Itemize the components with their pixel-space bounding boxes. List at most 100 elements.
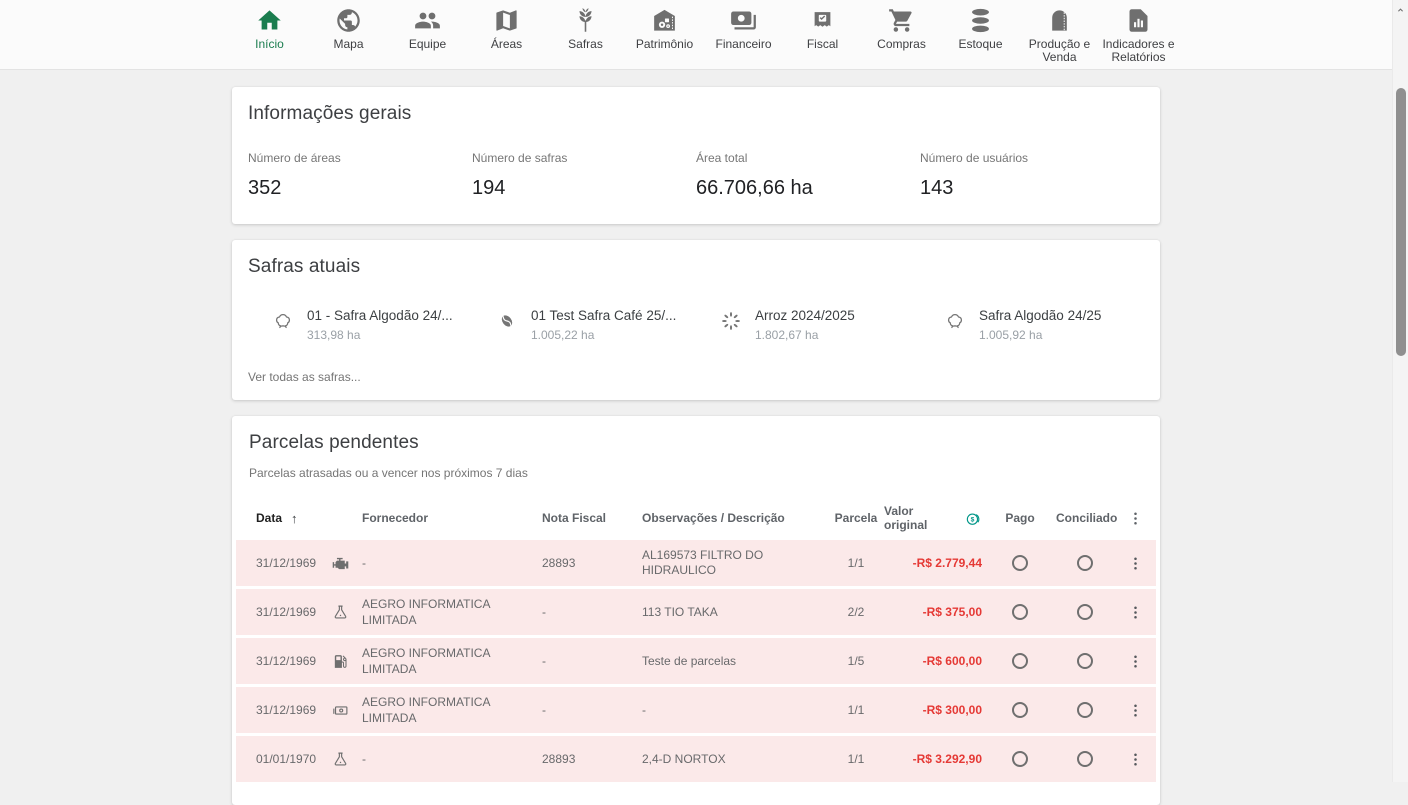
pending-installments-card: Parcelas pendentes Parcelas atrasadas ou… [232, 416, 1160, 805]
cell-value: -R$ 375,00 [884, 605, 984, 619]
conciliado-checkbox[interactable] [1077, 751, 1093, 767]
view-all-seasons-link[interactable]: Ver todas as safras... [248, 370, 361, 384]
money-icon [730, 7, 757, 34]
map-icon [493, 7, 520, 34]
pago-checkbox[interactable] [1012, 604, 1028, 620]
rice-icon [720, 310, 742, 332]
wheat-icon [572, 7, 599, 34]
stat-label: Área total [696, 151, 920, 165]
cell-description: AL169573 FILTRO DO HIDRAULICO [642, 548, 828, 578]
nav-item-indicadores-e-relatorios[interactable]: Indicadores e Relatórios [1100, 7, 1178, 64]
pago-checkbox[interactable] [1012, 751, 1028, 767]
season-item[interactable]: 01 - Safra Algodão 24/...313,98 ha [248, 308, 472, 342]
conciliado-checkbox[interactable] [1077, 653, 1093, 669]
nav-item-fiscal[interactable]: Fiscal [784, 7, 862, 51]
conciliado-checkbox[interactable] [1077, 702, 1093, 718]
stat-value: 194 [472, 177, 696, 200]
sort-ascending-icon[interactable]: ↑ [291, 511, 298, 526]
row-menu-button[interactable] [1124, 699, 1147, 722]
pago-checkbox[interactable] [1012, 702, 1028, 718]
nav-item-patrimonio[interactable]: Patrimônio [626, 7, 704, 51]
season-name: Arroz 2024/2025 [755, 308, 855, 323]
season-name: 01 - Safra Algodão 24/... [307, 308, 453, 323]
nav-item-equipe[interactable]: Equipe [389, 7, 467, 51]
column-header-data[interactable]: Data ↑ [256, 511, 332, 526]
stat-value: 66.706,66 ha [696, 177, 920, 200]
nav-item-inicio[interactable]: Início [231, 7, 309, 51]
column-header-conciliado[interactable]: Conciliado [1056, 511, 1114, 525]
pago-checkbox[interactable] [1012, 653, 1028, 669]
season-item[interactable]: Arroz 2024/2025 1.802,67 ha [696, 308, 920, 342]
stat-item: Número de áreas 352 [248, 151, 472, 200]
nav-item-label: Produção e Venda [1021, 38, 1099, 64]
flask-icon [332, 604, 349, 621]
nav-item-label: Equipe [409, 38, 446, 51]
nav-item-safras[interactable]: Safras [547, 7, 625, 51]
season-text: Safra Algodão 24/251.005,92 ha [979, 308, 1101, 342]
column-header-nota-fiscal[interactable]: Nota Fiscal [542, 511, 642, 525]
conciliado-checkbox[interactable] [1077, 555, 1093, 571]
receipt-check-icon [809, 7, 836, 34]
scrollbar[interactable] [1392, 0, 1408, 782]
column-header-fornecedor[interactable]: Fornecedor [362, 511, 542, 525]
table-row[interactable]: 31/12/1969AEGRO INFORMATICA LIMITADA-113… [236, 589, 1156, 635]
top-nav: Início Mapa Equipe ÁreasSafras Patrimônio Fin… [0, 0, 1408, 70]
column-header-valor-original[interactable]: Valor original $ [884, 504, 984, 532]
season-text: 01 - Safra Algodão 24/...313,98 ha [307, 308, 453, 342]
nav-item-areas[interactable]: Áreas [468, 7, 546, 51]
column-header-observacoes[interactable]: Observações / Descrição [642, 511, 828, 525]
column-header-parcela[interactable]: Parcela [828, 511, 884, 525]
season-item[interactable]: 01 Test Safra Café 25/...1.005,22 ha [472, 308, 696, 342]
scroll-up-icon[interactable] [1393, 1, 1408, 17]
row-menu-button[interactable] [1124, 650, 1147, 673]
row-menu-button[interactable] [1124, 552, 1147, 575]
table-row[interactable]: 31/12/1969-28893AL169573 FILTRO DO HIDRA… [236, 540, 1156, 586]
table-header: Data ↑ Fornecedor Nota Fiscal Observaçõe… [236, 504, 1156, 532]
table-row[interactable]: 01/01/1970-288932,4-D NORTOX1/1-R$ 3.292… [236, 736, 1156, 782]
nav-item-compras[interactable]: Compras [863, 7, 941, 51]
pending-installments-subtitle: Parcelas atrasadas ou a vencer nos próxi… [232, 466, 1160, 480]
nav-item-producao-e-venda[interactable]: Produção e Venda [1021, 7, 1099, 64]
installments-table-body: 31/12/1969-28893AL169573 FILTRO DO HIDRA… [232, 540, 1160, 782]
cell-date: 31/12/1969 [256, 605, 332, 619]
cell-date: 31/12/1969 [256, 556, 332, 570]
stat-item: Número de usuários143 [920, 151, 1144, 200]
season-item[interactable]: Safra Algodão 24/251.005,92 ha [920, 308, 1144, 342]
current-seasons-card: Safras atuais 01 - Safra Algodão 24/...3… [232, 240, 1160, 400]
nav-item-financeiro[interactable]: Financeiro [705, 7, 783, 51]
coffee-icon [496, 310, 518, 332]
stack-icon [967, 7, 994, 34]
table-row[interactable]: 31/12/1969AEGRO INFORMATICA LIMITADA-Tes… [236, 638, 1156, 684]
column-header-pago[interactable]: Pago [984, 511, 1056, 525]
table-row[interactable]: 31/12/1969AEGRO INFORMATICA LIMITADA--1/… [236, 687, 1156, 733]
table-menu-button[interactable] [1124, 507, 1147, 530]
cell-value: -R$ 2.779,44 [884, 556, 984, 570]
nav-item-label: Mapa [333, 38, 363, 51]
nav-item-label: Início [255, 38, 284, 51]
cell-value: -R$ 300,00 [884, 703, 984, 717]
nav-item-label: Patrimônio [636, 38, 693, 51]
cell-supplier: AEGRO INFORMATICA LIMITADA [362, 694, 542, 726]
cell-description: 113 TIO TAKA [642, 605, 828, 620]
cart-icon [888, 7, 915, 34]
kebab-icon [1127, 653, 1144, 670]
cell-supplier: AEGRO INFORMATICA LIMITADA [362, 596, 542, 628]
kebab-icon [1127, 751, 1144, 768]
cell-date: 01/01/1970 [256, 752, 332, 766]
scrollbar-thumb[interactable] [1396, 88, 1406, 356]
home-icon [256, 7, 283, 34]
nav-item-mapa[interactable]: Mapa [310, 7, 388, 51]
row-menu-button[interactable] [1124, 601, 1147, 624]
kebab-icon [1127, 555, 1144, 572]
nav-item-estoque[interactable]: Estoque [942, 7, 1020, 51]
row-menu-button[interactable] [1124, 748, 1147, 771]
cell-installment: 1/1 [828, 556, 884, 570]
pago-checkbox[interactable] [1012, 555, 1028, 571]
stat-label: Número de áreas [248, 151, 472, 165]
stat-value: 352 [248, 177, 472, 200]
season-area: 1.005,92 ha [979, 328, 1101, 342]
barn-tractor-icon [651, 7, 678, 34]
cell-supplier: AEGRO INFORMATICA LIMITADA [362, 645, 542, 677]
conciliado-checkbox[interactable] [1077, 604, 1093, 620]
season-area: 1.802,67 ha [755, 328, 855, 342]
